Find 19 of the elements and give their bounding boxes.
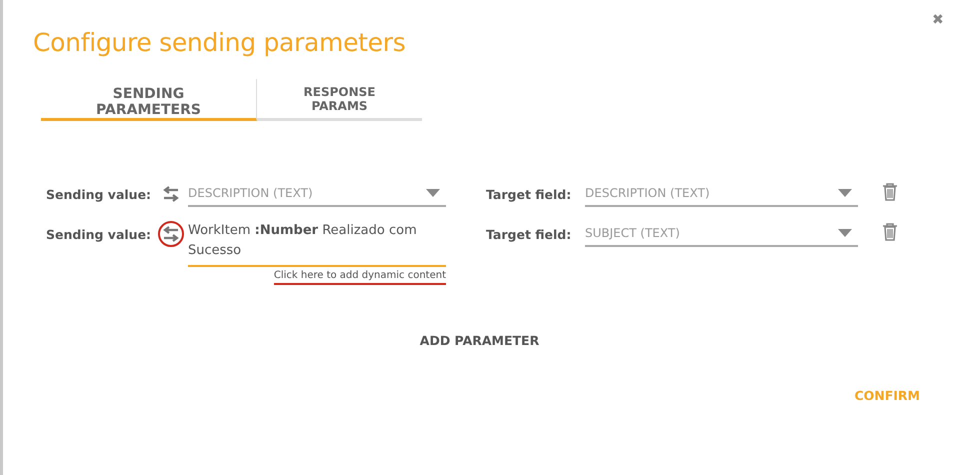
trash-icon[interactable]: [882, 223, 898, 241]
dropdown-caret-icon: [426, 189, 440, 197]
dynamic-content-link[interactable]: Click here to add dynamic content: [274, 270, 446, 285]
close-button[interactable]: ✖: [932, 11, 944, 27]
dropdown-caret-icon: [838, 229, 852, 237]
field-label: Sending value:: [46, 186, 152, 202]
trash-icon[interactable]: [882, 183, 898, 201]
tab[interactable]: RESPONSE PARAMS: [257, 79, 422, 121]
field-label: Target field:: [486, 226, 572, 242]
field-label: Target field:: [486, 186, 572, 202]
swap-button[interactable]: [158, 221, 184, 247]
swap-arrows-icon: [162, 226, 180, 242]
field-label: Sending value:: [46, 226, 152, 242]
swap-arrows-icon: [162, 186, 180, 202]
sending-value-field[interactable]: WorkItem :Number Realizado com Sucesso: [188, 221, 446, 267]
tab[interactable]: SENDING PARAMETERS: [41, 79, 257, 121]
dropdown-caret-icon: [838, 189, 852, 197]
add-parameter-button[interactable]: ADD PARAMETER: [420, 333, 540, 348]
dialog-title: Configure sending parameters: [33, 28, 406, 57]
